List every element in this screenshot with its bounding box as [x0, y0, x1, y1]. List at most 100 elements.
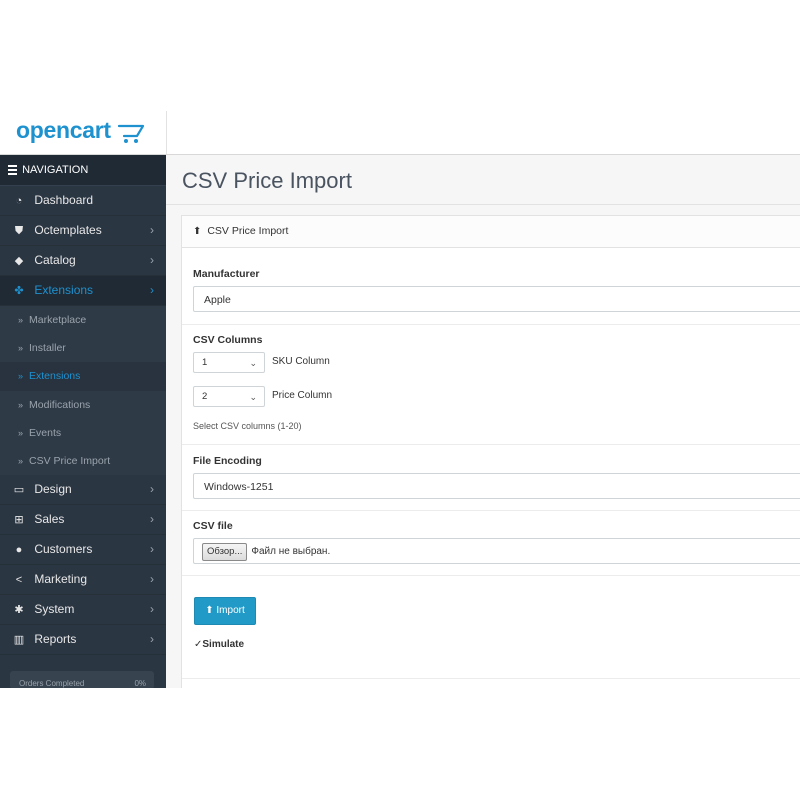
logo-area[interactable]: opencart — [0, 111, 167, 154]
top-header: opencart — [0, 111, 800, 155]
sidebar-item-label: Customers — [34, 542, 93, 557]
chevron-right-icon: › — [150, 602, 154, 617]
puzzle-icon: ✤ — [14, 285, 24, 297]
admin-app: opencart NAVIGATION ◔ Dashboard ⛊ Octemp… — [0, 111, 800, 688]
csv-columns-label: CSV Columns — [193, 334, 263, 346]
sidebar-item-sales[interactable]: ⊞ Sales › — [0, 505, 166, 536]
import-panel: ⬆ CSV Price Import Manufacturer Apple CS… — [181, 215, 800, 688]
desktop-icon: ▭ — [13, 484, 25, 497]
double-chevron-icon: » — [18, 427, 24, 438]
sidebar-item-label: Design — [34, 482, 72, 497]
chevron-right-icon: › — [150, 482, 154, 497]
file-status: Файл не выбран. — [251, 546, 331, 557]
sidebar-item-label: Reports — [34, 632, 77, 647]
double-chevron-icon: » — [18, 343, 24, 354]
chevron-down-icon: ⌄ — [249, 392, 257, 402]
import-button-label: Import — [216, 605, 245, 616]
title-divider — [166, 204, 800, 205]
subitem-modifications[interactable]: » Modifications — [0, 391, 166, 419]
sidebar-item-customers[interactable]: ● Customers › — [0, 535, 166, 566]
chevron-right-icon: › — [150, 253, 154, 267]
menu-icon — [8, 163, 17, 177]
double-chevron-icon: » — [18, 371, 24, 382]
progress-label: Orders Completed — [19, 679, 85, 688]
form-divider — [182, 510, 800, 511]
sidebar-item-dashboard[interactable]: ◔ Dashboard — [0, 186, 166, 216]
user-icon: ● — [15, 544, 23, 557]
subitem-events[interactable]: » Events — [0, 419, 166, 447]
sidebar-item-label: System — [34, 602, 75, 617]
upload-icon: ⬆ — [205, 605, 214, 616]
sidebar-item-extensions[interactable]: ✤ Extensions › — [0, 276, 166, 306]
sidebar-item-label: Extensions — [34, 283, 94, 297]
csv-columns-help: Select CSV columns (1-20) — [193, 421, 302, 431]
subitem-marketplace[interactable]: » Marketplace — [0, 306, 166, 334]
manufacturer-input[interactable]: Apple — [193, 286, 800, 312]
subitem-installer[interactable]: » Installer — [0, 334, 166, 362]
upload-icon: ⬆ — [193, 226, 202, 237]
chevron-down-icon: ⌄ — [249, 358, 257, 368]
gear-icon: ✱ — [14, 604, 24, 617]
shield-icon: ⛊ — [14, 225, 24, 237]
extensions-submenu: » Marketplace » Installer » Extensions » Mod… — [0, 306, 166, 476]
sidebar-item-reports[interactable]: ▥ Reports › — [0, 625, 166, 656]
form-divider — [182, 575, 800, 576]
subitem-label: Marketplace — [29, 314, 87, 326]
csv-file-field: Обзор... Файл не выбран. — [193, 538, 800, 564]
navigation-header[interactable]: NAVIGATION — [0, 155, 166, 186]
opencart-logo: opencart — [16, 117, 111, 143]
chevron-right-icon: › — [150, 512, 154, 527]
price-column-label: Price Column — [272, 390, 333, 401]
bar-chart-icon: ▥ — [13, 634, 25, 647]
sidebar-item-catalog[interactable]: ◆ Catalog › — [0, 246, 166, 276]
double-chevron-icon: » — [18, 315, 24, 325]
file-encoding-input[interactable]: Windows-1251 — [193, 473, 800, 499]
panel-title: CSV Price Import — [207, 225, 289, 237]
subitem-label: Extensions — [29, 370, 81, 383]
sidebar-item-design[interactable]: ▭ Design › — [0, 475, 166, 506]
price-column-value: 2 — [202, 391, 208, 402]
subitem-label: Events — [29, 426, 62, 439]
browse-button[interactable]: Обзор... — [202, 543, 248, 561]
chevron-right-icon: › — [150, 632, 154, 647]
subitem-label: Modifications — [29, 398, 91, 411]
double-chevron-icon: » — [18, 399, 24, 410]
form-divider — [182, 324, 800, 325]
dashboard-icon: ◔ — [15, 195, 23, 207]
share-icon: < — [15, 574, 23, 587]
sidebar-item-label: Sales — [34, 512, 65, 527]
form-divider — [182, 444, 800, 445]
tag-icon: ◆ — [14, 255, 24, 267]
page-title: CSV Price Import — [182, 168, 352, 193]
subitem-extensions[interactable]: » Extensions — [0, 362, 166, 391]
price-column-select[interactable]: 2 ⌄ — [193, 386, 265, 407]
chevron-right-icon: › — [150, 542, 154, 557]
sidebar-item-label: Marketing — [34, 572, 88, 587]
subitem-label: CSV Price Import — [29, 454, 111, 467]
manufacturer-label: Manufacturer — [193, 268, 260, 280]
orders-progress: Orders Completed 0% — [10, 671, 154, 688]
sku-column-value: 1 — [202, 357, 208, 368]
csv-file-label: CSV file — [193, 520, 233, 532]
simulate-label: Simulate — [202, 639, 245, 650]
sidebar-item-label: Catalog — [34, 253, 76, 267]
import-button[interactable]: ⬆ Import — [194, 597, 256, 625]
navigation-header-label: NAVIGATION — [22, 164, 89, 176]
simulate-checkbox[interactable]: ✓Simulate — [194, 639, 244, 650]
sidebar-item-marketing[interactable]: < Marketing › — [0, 565, 166, 596]
subitem-csv-price-import[interactable]: » CSV Price Import — [0, 447, 166, 475]
sku-column-select[interactable]: 1 ⌄ — [193, 352, 265, 373]
double-chevron-icon: » — [18, 455, 24, 466]
sku-column-label: SKU Column — [272, 356, 330, 367]
sidebar-item-label: Octemplates — [34, 223, 102, 237]
chevron-right-icon: › — [150, 283, 154, 297]
sidebar-navigation: NAVIGATION ◔ Dashboard ⛊ Octemplates › ◆… — [0, 155, 166, 688]
chevron-right-icon: › — [150, 572, 154, 587]
sidebar-item-label: Dashboard — [34, 193, 94, 207]
cart-logo-icon — [117, 124, 145, 143]
sidebar-item-system[interactable]: ✱ System › — [0, 595, 166, 626]
form-divider — [182, 678, 800, 679]
chevron-right-icon: › — [150, 223, 154, 237]
sidebar-item-octemplates[interactable]: ⛊ Octemplates › — [0, 216, 166, 246]
panel-heading: ⬆ CSV Price Import — [182, 216, 800, 248]
